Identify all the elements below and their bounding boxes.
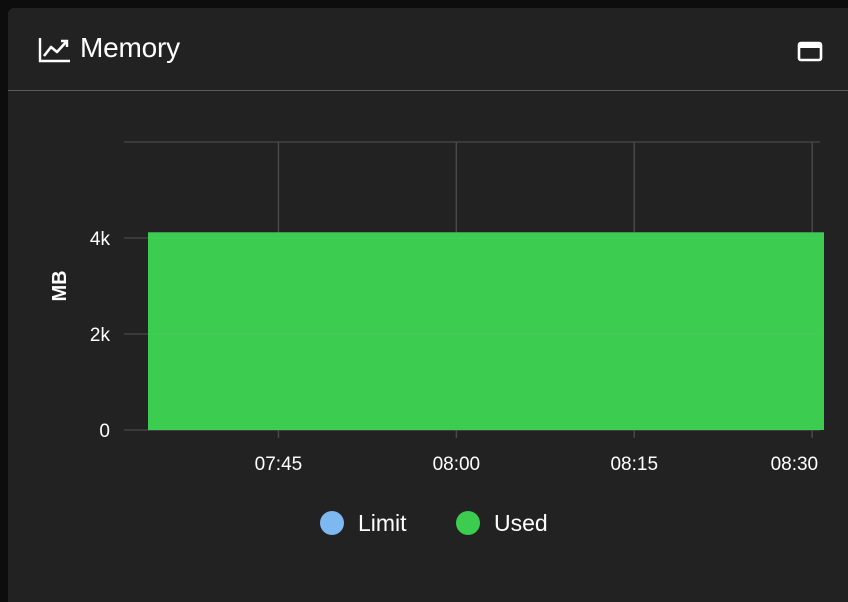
y-axis-label: MB [49,270,71,301]
x-tick-label-2: 08:15 [610,454,658,475]
legend-item-used[interactable]: Used [456,506,548,540]
y-tick-label-1: 2k [90,325,111,346]
legend-swatch-limit [320,511,344,535]
chart-legend: Limit Used [8,506,848,540]
y-tick-label-0: 0 [99,421,110,442]
area-series-used [148,233,824,430]
legend-swatch-used [456,511,480,535]
memory-panel: Memory 0 2k 4k 07:45 08:00 08:15 08:30 MB Limit… [8,8,848,602]
legend-label-limit: Limit [358,509,407,536]
x-tick-label-1: 08:00 [433,454,481,475]
y-tick-label-2: 4k [90,229,111,250]
x-tick-label-3: 08:30 [771,454,819,475]
legend-item-limit[interactable]: Limit [320,506,407,540]
x-tick-label-0: 07:45 [255,454,303,475]
legend-label-used: Used [494,509,548,536]
memory-chart: 0 2k 4k 07:45 08:00 08:15 08:30 MB [49,141,825,475]
